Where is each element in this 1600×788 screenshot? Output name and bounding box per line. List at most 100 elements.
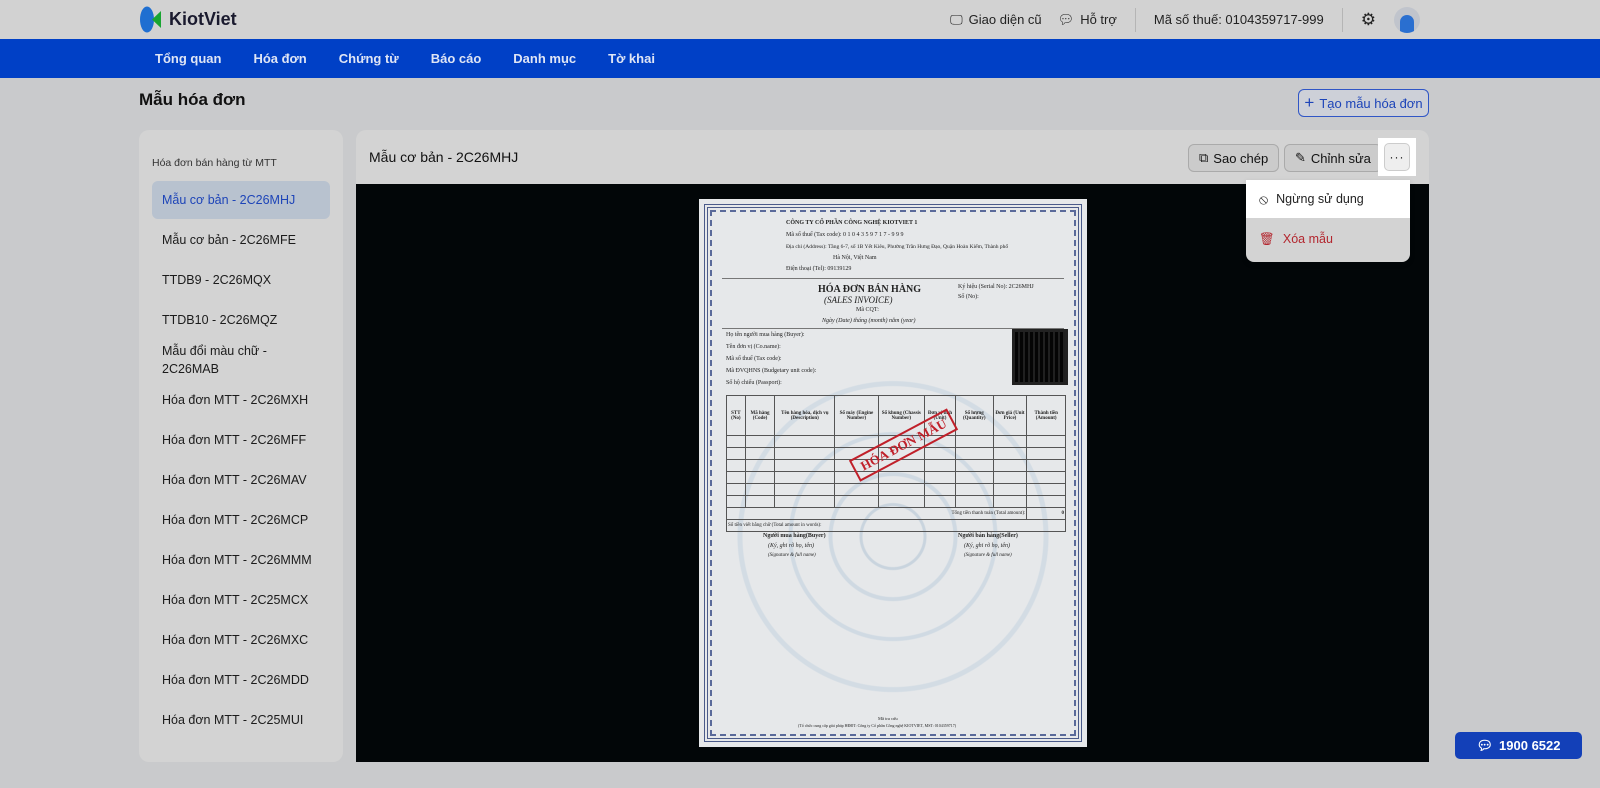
copy-icon: ⧉ [1199, 150, 1209, 165]
invoice-address: Địa chỉ (Address): Tầng 6-7, số 1B Yết K… [786, 244, 1009, 250]
sidebar-item[interactable]: Hóa đơn MTT - 2C26MDD [152, 661, 330, 699]
logo[interactable]: KiotViet [139, 6, 237, 33]
seller-sign-note-en: (Signature & full name) [964, 553, 1012, 558]
gear-icon[interactable]: ⚙ [1361, 10, 1376, 30]
trash-icon: 🗑︎ [1259, 231, 1275, 246]
table-column-header: Thành tiền (Amount) [1026, 395, 1066, 436]
chat-icon: 💬︎ [1057, 11, 1075, 27]
invoice-address2: Hà Nội, Việt Nam [833, 255, 877, 261]
nav-to-khai[interactable]: Tờ khai [608, 51, 655, 66]
nav-danh-muc[interactable]: Danh mục [513, 51, 576, 66]
invoice-buyer-tax: Mã số thuế (Tax code): [726, 356, 782, 362]
sidebar-group-label: Hóa đơn bán hàng từ MTT [152, 157, 277, 169]
invoice-footer: (Tổ chức cung cấp giải pháp HĐĐT: Công t… [798, 723, 957, 728]
hotline-number: 1900 6522 [1499, 738, 1561, 753]
tax-code: Mã số thuế: 0104359717-999 [1153, 12, 1324, 27]
template-sidebar: Hóa đơn bán hàng từ MTT Mẫu cơ bản - 2C2… [139, 130, 343, 762]
page-title: Mẫu hóa đơn [139, 90, 246, 109]
invoice-cqt: Mã CQT: [856, 307, 879, 313]
invoice-items-table: STT (No) Mã hàng (Code) Tên hàng hóa, dịch… [725, 395, 1066, 532]
sidebar-item[interactable]: Hóa đơn MTT - 2C26MAV [152, 461, 330, 499]
pencil-icon: ✎ [1295, 150, 1306, 165]
invoice-serial: Ký hiệu (Serial No): 2C26MHJ [958, 284, 1034, 290]
table-column-header: Số lượng (Quantity) [954, 395, 994, 436]
table-column-header: Đơn giá (Unit Price) [992, 395, 1028, 436]
nav-chung-tu[interactable]: Chứng từ [339, 51, 399, 66]
invoice-paper: CÔNG TY CỔ PHẦN CÔNG NGHỆ KIOTVIET 1 Mã … [699, 199, 1087, 747]
buyer-sign-note: (Ký, ghi rõ họ, tên) [768, 543, 814, 549]
invoice-total-label: Tổng tiền thanh toán (Total amount): [951, 511, 1026, 516]
sidebar-item[interactable]: Hóa đơn MTT - 2C26MXH [152, 381, 330, 419]
invoice-buyer: Họ tên người mua hàng (Buyer): [726, 332, 805, 338]
invoice-company: CÔNG TY CỔ PHẦN CÔNG NGHỆ KIOTVIET 1 [786, 220, 918, 226]
edit-button[interactable]: ✎ Chỉnh sửa [1284, 144, 1382, 172]
sidebar-item[interactable]: TTDB10 - 2C26MQZ [152, 301, 330, 339]
chat-icon: 💬︎ [1476, 737, 1494, 753]
invoice-date: Ngày (Date) tháng (month) năm (year) [822, 318, 916, 324]
old-ui-link[interactable]: 🖵 Giao diện cũ [950, 12, 1042, 28]
sidebar-item[interactable]: TTDB9 - 2C26MQX [152, 261, 330, 299]
table-column-header: STT (No) [726, 395, 746, 436]
support-label: Hỗ trợ [1080, 12, 1117, 27]
create-template-label: Tạo mẫu hóa đơn [1319, 95, 1423, 111]
plus-icon: + [1304, 93, 1315, 112]
hotline-button[interactable]: 💬︎ 1900 6522 [1455, 732, 1582, 759]
sidebar-item[interactable]: Mẫu đổi màu chữ - 2C26MAB [152, 341, 330, 379]
invoice-subtitle: (SALES INVOICE) [824, 295, 893, 305]
sidebar-item[interactable]: Hóa đơn MTT - 2C26MXC [152, 621, 330, 659]
seller-sign-note: (Ký, ghi rõ họ, tên) [964, 543, 1010, 549]
invoice-in-words: Số tiền viết bằng chữ (Total amount in w… [728, 523, 822, 528]
invoice-tax: Mã số thuế (Tax code): 0 1 0 4 3 5 9 7 1… [786, 232, 904, 238]
invoice-phone: Điện thoại (Tel): 09139129 [786, 266, 852, 272]
top-bar: KiotViet 🖵 Giao diện cũ 💬︎ Hỗ trợ Mã số th… [0, 0, 1600, 39]
create-template-button[interactable]: + Tạo mẫu hóa đơn [1298, 89, 1429, 117]
invoice-company-name: Tên đơn vị (Co.name): [726, 344, 781, 350]
sidebar-item[interactable]: Hóa đơn MTT - 2C25MCX [152, 581, 330, 619]
invoice-title: HÓA ĐƠN BÁN HÀNG [818, 284, 922, 295]
divider [1134, 7, 1136, 32]
delete-label: Xóa mẫu [1282, 232, 1333, 246]
support-link[interactable]: 💬︎ Hỗ trợ [1058, 12, 1117, 28]
invoice-total-value: 0 [1061, 511, 1065, 516]
edit-label: Chỉnh sửa [1310, 150, 1371, 166]
copy-button[interactable]: ⧉ Sao chép [1188, 144, 1280, 172]
ban-icon: ⦸ [1259, 190, 1269, 207]
sidebar-item[interactable]: Hóa đơn MTT - 2C25MUI [152, 701, 330, 739]
ellipsis-icon: ··· [1384, 143, 1410, 171]
sidebar-item[interactable]: Hóa đơn MTT - 2C26MFF [152, 421, 330, 459]
invoice-lookup: Mã tra cứu [878, 716, 898, 721]
sidebar-item[interactable]: Mẫu cơ bản - 2C26MFE [152, 221, 330, 259]
monitor-icon: 🖵 [950, 11, 963, 27]
invoice-no: Số (No): [958, 294, 979, 300]
buyer-sign: Người mua hàng(Buyer) [763, 533, 826, 539]
buyer-sign-note-en: (Signature & full name) [768, 553, 816, 558]
deactivate-label: Ngừng sử dụng [1276, 192, 1364, 206]
divider [1341, 7, 1343, 32]
more-options-button[interactable]: ··· [1378, 138, 1416, 176]
seller-sign: Người bán hàng(Seller) [958, 533, 1018, 539]
table-column-header: Tên hàng hóa, dịch vụ (Description) [774, 395, 836, 436]
old-ui-label: Giao diện cũ [968, 12, 1042, 27]
more-options-menu: ⦸ Ngừng sử dụng 🗑︎ Xóa mẫu [1246, 180, 1410, 262]
table-column-header: Mã hàng (Code) [744, 395, 776, 436]
nav-tong-quan[interactable]: Tổng quan [155, 51, 221, 66]
sidebar-item[interactable]: Mẫu cơ bản - 2C26MHJ [152, 181, 330, 219]
main-nav: Tổng quan Hóa đơn Chứng từ Báo cáo Danh … [0, 39, 1600, 78]
table-row [726, 471, 1066, 484]
menu-item-deactivate[interactable]: ⦸ Ngừng sử dụng [1246, 180, 1410, 218]
sidebar-item[interactable]: Hóa đơn MTT - 2C26MCP [152, 501, 330, 539]
copy-label: Sao chép [1213, 150, 1269, 166]
menu-item-delete[interactable]: 🗑︎ Xóa mẫu [1246, 220, 1410, 258]
avatar[interactable] [1394, 6, 1420, 33]
nav-hoa-don[interactable]: Hóa đơn [253, 51, 306, 66]
invoice-passport: Số hộ chiếu (Passport): [726, 380, 782, 386]
table-row [726, 495, 1066, 508]
sidebar-item[interactable]: Hóa đơn MTT - 2C26MMM [152, 541, 330, 579]
logo-text: KiotViet [169, 9, 237, 29]
invoice-budget-code: Mã ĐVQHNS (Budgetary unit code): [726, 368, 817, 374]
kiotviet-logo-icon [140, 6, 161, 33]
nav-bao-cao[interactable]: Báo cáo [431, 51, 482, 66]
qr-code [1012, 329, 1068, 385]
table-column-header: Số máy (Engine Number) [834, 395, 879, 436]
table-row [726, 483, 1066, 496]
